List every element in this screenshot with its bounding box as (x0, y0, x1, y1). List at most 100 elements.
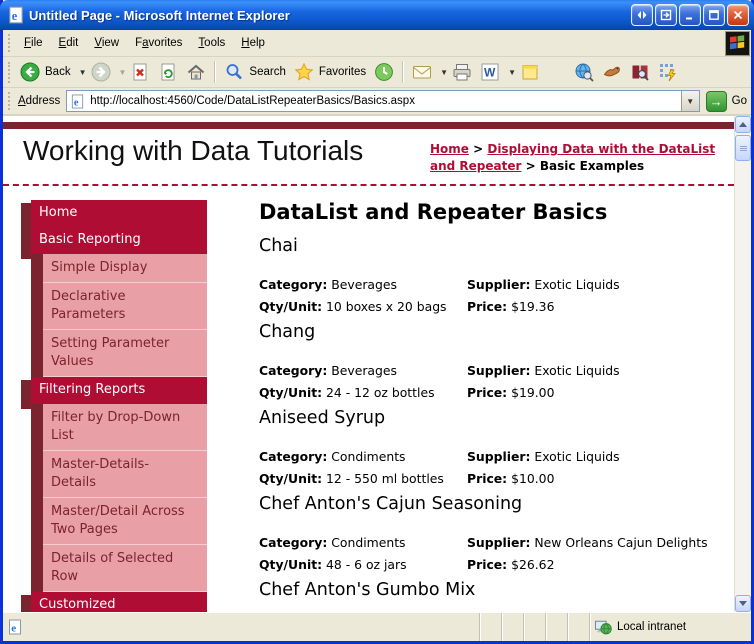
sidebar-item-filter-by-drop-down-list[interactable]: Filter by Drop-Down List (31, 403, 207, 451)
mail-icon (412, 62, 432, 82)
product-field: Category: Condiments (259, 448, 406, 464)
product-item: Chef Anton's Cajun Seasoning Category: Co… (259, 494, 724, 572)
go-button[interactable]: → Go (705, 90, 747, 112)
print-button[interactable] (448, 59, 476, 85)
sidebar-item-filtering-reports[interactable]: Filtering Reports (21, 376, 207, 409)
close-button[interactable] (727, 4, 749, 26)
window-title: Untitled Page - Microsoft Internet Explo… (29, 7, 290, 23)
product-detail-row: Category: Beverages Supplier: Exotic Liqu… (259, 363, 724, 378)
split-view-button[interactable] (631, 4, 653, 26)
toolbar-grip[interactable] (8, 91, 13, 111)
address-bar: Address e http://localhost:4560/Code/Dat… (3, 88, 751, 116)
menu-view[interactable]: View (86, 32, 127, 54)
edit-word-dropdown-caret[interactable]: ▼ (508, 68, 516, 77)
product-name: Chang (259, 321, 316, 342)
go-arrow-icon[interactable]: → (705, 90, 727, 112)
sidebar-item-home[interactable]: Home (21, 199, 207, 232)
product-detail-row: Category: Condiments Supplier: Exotic Liq… (259, 449, 724, 464)
browse-web-button[interactable] (570, 59, 598, 85)
svg-text:e: e (11, 623, 16, 635)
menu-help[interactable]: Help (233, 32, 273, 54)
product-item: Aniseed Syrup Category: Condiments Supplie… (259, 408, 724, 486)
ie-logo-icon[interactable]: e (7, 6, 25, 24)
product-field: Category: Beverages (259, 362, 397, 378)
refresh-icon (158, 62, 178, 82)
title-bar: e Untitled Page - Microsoft Internet Exp… (0, 0, 754, 30)
product-item: Chai Category: Beverages Supplier: Exotic … (259, 236, 724, 314)
forward-dropdown-caret[interactable]: ▼ (119, 68, 127, 77)
menu-favorites[interactable]: Favorites (127, 32, 190, 54)
mail-button[interactable] (408, 59, 436, 85)
sidebar-item-master-detail-across-two-pages[interactable]: Master/Detail Across Two Pages (31, 497, 207, 545)
address-dropdown-button[interactable]: ▼ (680, 91, 699, 111)
windows-logo-icon (725, 30, 750, 56)
menu-edit[interactable]: Edit (51, 32, 87, 54)
favorites-button[interactable]: Favorites (290, 59, 370, 85)
pop-out-button[interactable] (655, 4, 677, 26)
minimize-button[interactable] (679, 4, 701, 26)
sidebar-item-label: Details of Selected (51, 550, 174, 566)
sidebar-item-label: Parameters (51, 306, 126, 322)
history-button[interactable] (370, 59, 398, 85)
sidebar-item-master-details-details[interactable]: Master-Details- Details (31, 450, 207, 498)
scroll-up-button[interactable] (735, 116, 751, 133)
home-button[interactable] (182, 59, 210, 85)
scroll-down-button[interactable] (735, 595, 751, 612)
sidebar-item-simple-display[interactable]: Simple Display (31, 253, 207, 283)
note-icon (520, 62, 540, 82)
product-name: Aniseed Syrup (259, 407, 386, 428)
sidebar-item-declarative-parameters[interactable]: Declarative Parameters (31, 282, 207, 330)
scrollbar-thumb[interactable] (735, 135, 751, 161)
sidebar-item-details-of-selected-row[interactable]: Details of Selected Row (31, 544, 207, 592)
edit-word-button[interactable]: W (476, 59, 504, 85)
site-title: Working with Data Tutorials (23, 135, 364, 166)
menu-tools[interactable]: Tools (190, 32, 233, 54)
back-dropdown-caret[interactable]: ▼ (79, 68, 87, 77)
scrollbar-track[interactable] (735, 133, 751, 595)
forward-button[interactable] (87, 59, 115, 85)
sidebar-item-label: Master/Detail Across (51, 503, 185, 519)
menu-bar: File Edit View Favorites Tools Help (3, 30, 751, 57)
address-url[interactable]: http://localhost:4560/Code/DataListRepea… (90, 95, 680, 107)
maximize-button[interactable] (703, 4, 725, 26)
product-detail-row: Qty/Unit: 24 - 12 oz bottles Price: $19.0… (259, 385, 724, 400)
sidebar-item-setting-parameter-values[interactable]: Setting Parameter Values (31, 329, 207, 377)
zone-label: Local intranet (617, 621, 687, 633)
refresh-button[interactable] (154, 59, 182, 85)
product-field: Supplier: Exotic Liquids (467, 276, 620, 292)
status-pane (523, 613, 545, 641)
favorites-icon (294, 62, 314, 82)
standard-toolbar: Back ▼ ▼ Search Favorites ▼ W ▼ (3, 57, 751, 88)
back-button[interactable]: Back (16, 59, 75, 85)
resize-grip[interactable] (735, 613, 751, 641)
sidebar-item-customized-formatting[interactable]: CustomizedFormatting (21, 591, 207, 612)
breadcrumb-link[interactable]: Home (430, 142, 469, 156)
messenger-button[interactable] (654, 59, 682, 85)
reference-books-button[interactable] (626, 59, 654, 85)
sidebar-item-label: Values (51, 353, 94, 369)
page-title: DataList and Repeater Basics (259, 199, 608, 224)
back-label: Back (45, 66, 71, 78)
toolbar-grip[interactable] (8, 61, 13, 83)
status-main-pane: e (3, 613, 479, 641)
stop-button[interactable] (126, 59, 154, 85)
status-pane (545, 613, 567, 641)
sidebar-item-basic-reporting[interactable]: Basic Reporting (21, 226, 207, 259)
breadcrumb-current: Basic Examples (539, 159, 645, 174)
vertical-scrollbar[interactable] (734, 116, 751, 612)
mail-dropdown-caret[interactable]: ▼ (440, 68, 448, 77)
address-input[interactable]: e http://localhost:4560/Code/DataListRep… (66, 90, 700, 112)
search-button[interactable]: Search (220, 59, 289, 85)
discuss-button[interactable] (516, 59, 544, 85)
sidebar-item-label: Simple Display (51, 259, 148, 275)
menu-file[interactable]: File (16, 32, 51, 54)
svg-text:e: e (12, 9, 18, 23)
product-field: Supplier: Exotic Liquids (467, 362, 620, 378)
sidebar-item-label: Filtering Reports (39, 381, 146, 397)
grid-icon (658, 62, 678, 82)
product-field: Price: $10.00 (467, 470, 555, 486)
research-button[interactable] (598, 59, 626, 85)
product-field: Category: Beverages (259, 276, 397, 292)
toolbar-grip[interactable] (8, 33, 13, 53)
security-zone-pane: Local intranet (589, 613, 735, 641)
